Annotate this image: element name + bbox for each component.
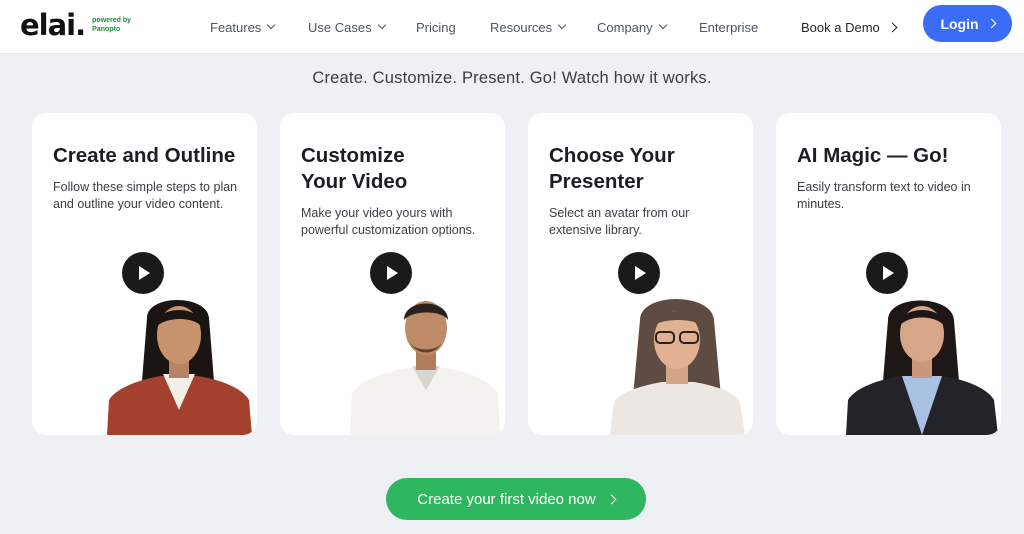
card-title: Choose Your Presenter bbox=[549, 144, 675, 193]
nav-enterprise[interactable]: Enterprise bbox=[699, 0, 758, 54]
nav-features-label: Features bbox=[210, 19, 262, 35]
nav-enterprise-label: Enterprise bbox=[699, 19, 759, 35]
nav-use-cases[interactable]: Use Cases bbox=[308, 0, 386, 54]
login-button[interactable]: Login bbox=[923, 5, 1012, 42]
nav-resources[interactable]: Resources bbox=[490, 0, 567, 54]
feature-card-ai-magic[interactable]: AI Magic — Go! Easily transform text to … bbox=[776, 113, 1001, 435]
nav-pricing[interactable]: Pricing bbox=[416, 0, 456, 54]
create-video-cta-button[interactable]: Create your first video now bbox=[386, 478, 646, 520]
nav-company[interactable]: Company bbox=[597, 0, 667, 54]
nav-use-cases-label: Use Cases bbox=[308, 19, 372, 35]
chevron-down-icon bbox=[377, 20, 386, 30]
book-demo-link[interactable]: Book a Demo bbox=[801, 0, 898, 54]
hero-tagline: Create. Customize. Present. Go! Watch ho… bbox=[312, 69, 712, 87]
card-description: Follow these simple steps to plan and ou… bbox=[53, 180, 238, 211]
powered-by-label: powered by Panopto bbox=[92, 17, 132, 33]
chevron-right-icon bbox=[986, 18, 996, 29]
play-icon[interactable] bbox=[618, 252, 660, 294]
card-description: Easily transform text to video in minute… bbox=[797, 180, 971, 211]
elai-logo[interactable]: elai. powered by Panopto bbox=[20, 6, 132, 44]
card-description: Make your video yours with powerful cust… bbox=[301, 206, 476, 237]
feature-card-presenter[interactable]: Choose Your Presenter Select an avatar f… bbox=[528, 113, 753, 435]
feature-card-create[interactable]: Create and Outline Follow these simple s… bbox=[32, 113, 257, 435]
avatar-image bbox=[107, 300, 252, 435]
avatar-image bbox=[350, 301, 500, 435]
chevron-right-icon bbox=[887, 22, 898, 32]
avatar-image bbox=[846, 300, 998, 435]
book-demo-label: Book a Demo bbox=[801, 19, 880, 35]
play-icon[interactable] bbox=[866, 252, 908, 294]
play-icon[interactable] bbox=[122, 252, 164, 294]
play-icon[interactable] bbox=[370, 252, 412, 294]
card-title: Customize Your Video bbox=[301, 144, 408, 193]
feature-card-customize[interactable]: Customize Your Video Make your video you… bbox=[280, 113, 505, 435]
chevron-down-icon bbox=[267, 20, 276, 30]
chevron-down-icon bbox=[557, 20, 567, 30]
top-navbar: elai. powered by Panopto Features Use Ca… bbox=[0, 0, 1024, 54]
card-title: AI Magic — Go! bbox=[797, 144, 949, 167]
chevron-right-icon bbox=[606, 494, 617, 504]
nav-resources-label: Resources bbox=[490, 19, 553, 35]
cta-label: Create your first video now bbox=[417, 490, 596, 508]
nav-features[interactable]: Features bbox=[210, 0, 276, 54]
nav-pricing-label: Pricing bbox=[416, 19, 456, 35]
login-label: Login bbox=[940, 15, 979, 32]
avatar-image bbox=[610, 299, 745, 435]
logo-wordmark: elai. bbox=[20, 8, 86, 42]
nav-company-label: Company bbox=[597, 19, 653, 35]
card-description: Select an avatar from our extensive libr… bbox=[549, 206, 690, 237]
card-title: Create and Outline bbox=[53, 144, 236, 167]
chevron-down-icon bbox=[658, 20, 667, 30]
